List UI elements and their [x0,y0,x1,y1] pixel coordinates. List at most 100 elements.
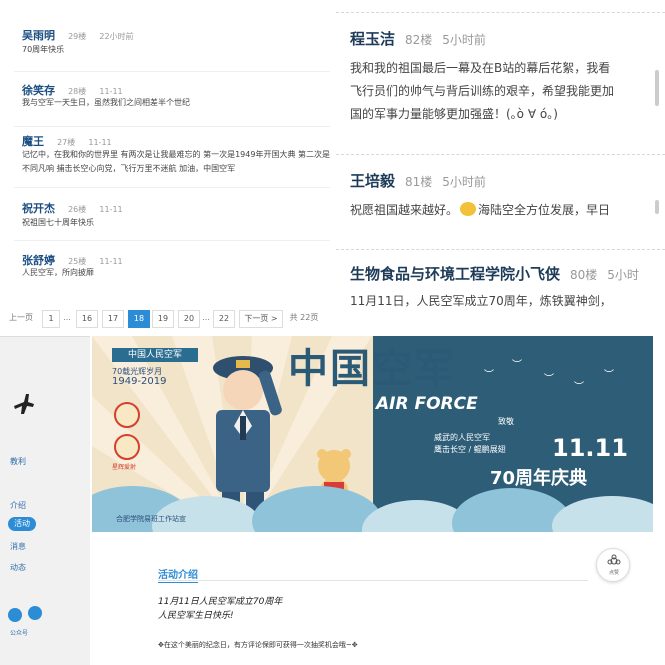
banner-date: 11.11 [552,434,628,462]
banner-anniversary: 70周年庆典 [490,468,588,489]
comment-time: 22小时前 [99,32,134,41]
comment-author: 程玉洁 82楼 5小时前 [350,28,486,49]
club-logo-icon [114,434,140,460]
screenshot-root: 吴雨明 29楼 22小时前 70周年快乐 徐笑存 28楼 11-11 我与空军一… [0,0,665,665]
comment-author[interactable]: 祝开杰 [22,202,55,215]
divider [336,249,665,250]
pagination: 上一页 1 ... 16 17 18 19 20 ... 22 下一页 > 共 … [0,310,334,328]
comment-floor: 80楼 [570,268,598,282]
airplane-icon [14,394,34,414]
comment-time: 5小时前 [442,33,486,47]
page-button[interactable]: 22 [213,310,235,328]
comment-item: 徐笑存 28楼 11-11 我与空军一天生日，虽然我们之间相差半个世纪 [14,79,330,127]
comment-author[interactable]: 吴雨明 [22,29,55,42]
comment-item: 魔王 27楼 11-11 记忆中，在我和你的世界里 有两次是让我最难忘的 第一次… [14,130,330,188]
comment-text-part: 海陆空全方位发展，早日 [478,203,611,217]
divider [336,154,665,155]
comment-floor: 29楼 [68,32,87,41]
page-button[interactable]: 1 [42,310,60,328]
comment-text: 记忆中，在我和你的世界里 有两次是让我最难忘的 第一次是1949年开国大典 第二… [22,150,330,159]
page-button[interactable]: 16 [76,310,98,328]
banner-line2: 鹰击长空 / 鲲鹏展翅 [434,445,506,454]
article-note: ✥在这个美丽的纪念日，有方评论保即可获得一次抽奖机会哦~✥ [158,640,358,650]
side-nav-item[interactable]: 动态 [10,562,26,573]
page-button[interactable]: 17 [102,310,124,328]
comment-author: 生物食品与环境工程学院小飞侠 80楼 5小时 [350,263,639,284]
logo-caption: 星辉爱射 [112,464,137,471]
comment-item: 生物食品与环境工程学院小飞侠 80楼 5小时 11月11日，人民空军成立70周年，炼… [336,245,665,330]
comment-author[interactable]: 魔王 [22,135,44,148]
current-page-button[interactable]: 18 [128,310,150,328]
comment-time: 11-11 [99,87,123,96]
banner-line1: 威武的人民空军 [434,433,490,442]
next-page-button[interactable]: 下一页 > [239,310,283,328]
divider [158,580,588,581]
comment-text-part: 祝愿祖国越来越好。 [350,203,459,217]
article-line: 11月11日人民空军成立70周年 [158,597,283,607]
like-float-label: 点赞 [608,570,619,576]
school-emblem-icon [114,402,140,428]
comment-item: 祝开杰 26楼 11-11 祝祖国七十周年快乐 [14,197,330,241]
comment-author[interactable]: 张舒婷 [22,254,55,267]
comment-text: 祝祖国七十周年快乐 [22,218,94,227]
bear-emoji-icon [460,202,477,216]
comment-item: 吴雨明 29楼 22小时前 70周年快乐 [14,24,330,72]
share-icon[interactable] [8,608,22,622]
comment-author[interactable]: 徐笑存 [22,84,55,97]
comment-time: 5小时前 [442,175,486,189]
comment-item: 程玉洁 82楼 5小时前 我和我的祖国最后一幕及在B站的幕后花絮，我看 飞行员们的帅… [336,0,665,150]
flower-icon [607,554,621,565]
banner-signature: 合肥学院易班工作站宣 [116,515,186,523]
comment-floor: 28楼 [68,87,87,96]
comment-text-line: 11月11日，人民空军成立70周年，炼铁翼神剑， [350,294,612,308]
prev-page-button[interactable]: 上一页 [4,310,38,328]
banner-cn-title: 中国空军 [288,346,456,392]
side-nav-item[interactable]: 介绍 [10,500,26,511]
comment-item: 王培毅 81楼 5小时前 祝愿祖国越来越好。 海陆空全方位发展，早日 [336,150,665,245]
page-ellipsis: ... [60,310,74,328]
comment-item: 张舒婷 25楼 11-11 人民空军，所向披靡 [14,249,330,293]
comment-time: 11-11 [88,138,112,147]
comment-author-name[interactable]: 生物食品与环境工程学院小飞侠 [350,265,560,283]
bird-icon: ︶ [512,360,522,371]
like-float-button[interactable]: 点赞 [596,548,630,582]
total-pages: 共 22页 [286,310,322,328]
comment-time: 11-11 [99,257,123,266]
comment-floor: 25楼 [68,257,87,266]
banner-title: 中国人民空军 [112,348,198,362]
bird-icon: ︶ [484,370,494,381]
page-ellipsis: ... [200,310,212,328]
comment-floor: 26楼 [68,205,87,214]
side-nav-item[interactable]: 消息 [10,541,26,552]
gift-icon: ✥ [351,641,358,649]
comment-text: 我与空军一天生日，虽然我们之间相差半个世纪 [22,98,190,107]
banner-en-title: AIR FORCE [376,394,478,414]
comment-time: 5小时 [607,268,639,282]
comment-text-line: 国的军事力量能够更加强盛！(｡ò ∀ ó｡) [350,107,558,121]
banner-salute: 致敬 [498,417,514,426]
right-comment-panel: 程玉洁 82楼 5小时前 我和我的祖国最后一幕及在B站的幕后花絮，我看 飞行员们的帅… [336,0,665,330]
comment-floor: 81楼 [405,175,433,189]
comment-text-line: 飞行员们的帅气与背后训练的艰辛，希望我能更加 [350,84,615,98]
comment-author: 王培毅 81楼 5小时前 [350,170,486,191]
comment-text: 70周年快乐 [22,45,65,54]
page-button[interactable]: 20 [178,310,200,328]
left-comment-panel: 吴雨明 29楼 22小时前 70周年快乐 徐笑存 28楼 11-11 我与空军一… [14,0,334,330]
comment-text-line2: 不同凡响 捕击长空心向党，飞行万里不迷航 加油，中国空军 [22,164,236,173]
bird-icon: ︶ [574,382,584,393]
side-nav-item[interactable]: 教利 [10,456,26,467]
comment-author-name[interactable]: 程玉洁 [350,30,395,48]
event-banner: 中国人民空军 70载光辉岁月 1949-2019 星辉爱射 中国空军 AIR F… [92,336,653,532]
comment-floor: 27楼 [57,138,76,147]
comment-author-name[interactable]: 王培毅 [350,172,395,190]
bird-icon: ︶ [544,374,554,385]
banner-years: 1949-2019 [112,376,167,387]
comment-text-line: 我和我的祖国最后一幕及在B站的幕后花絮，我看 [350,61,611,75]
divider [336,12,665,13]
wechat-icon[interactable] [28,606,42,620]
page-button[interactable]: 19 [152,310,174,328]
comment-floor: 82楼 [405,33,433,47]
comment-time: 11-11 [99,205,123,214]
side-bottom-label: 公众号 [10,630,29,637]
side-nav-active-item[interactable]: 活动 [8,517,36,531]
